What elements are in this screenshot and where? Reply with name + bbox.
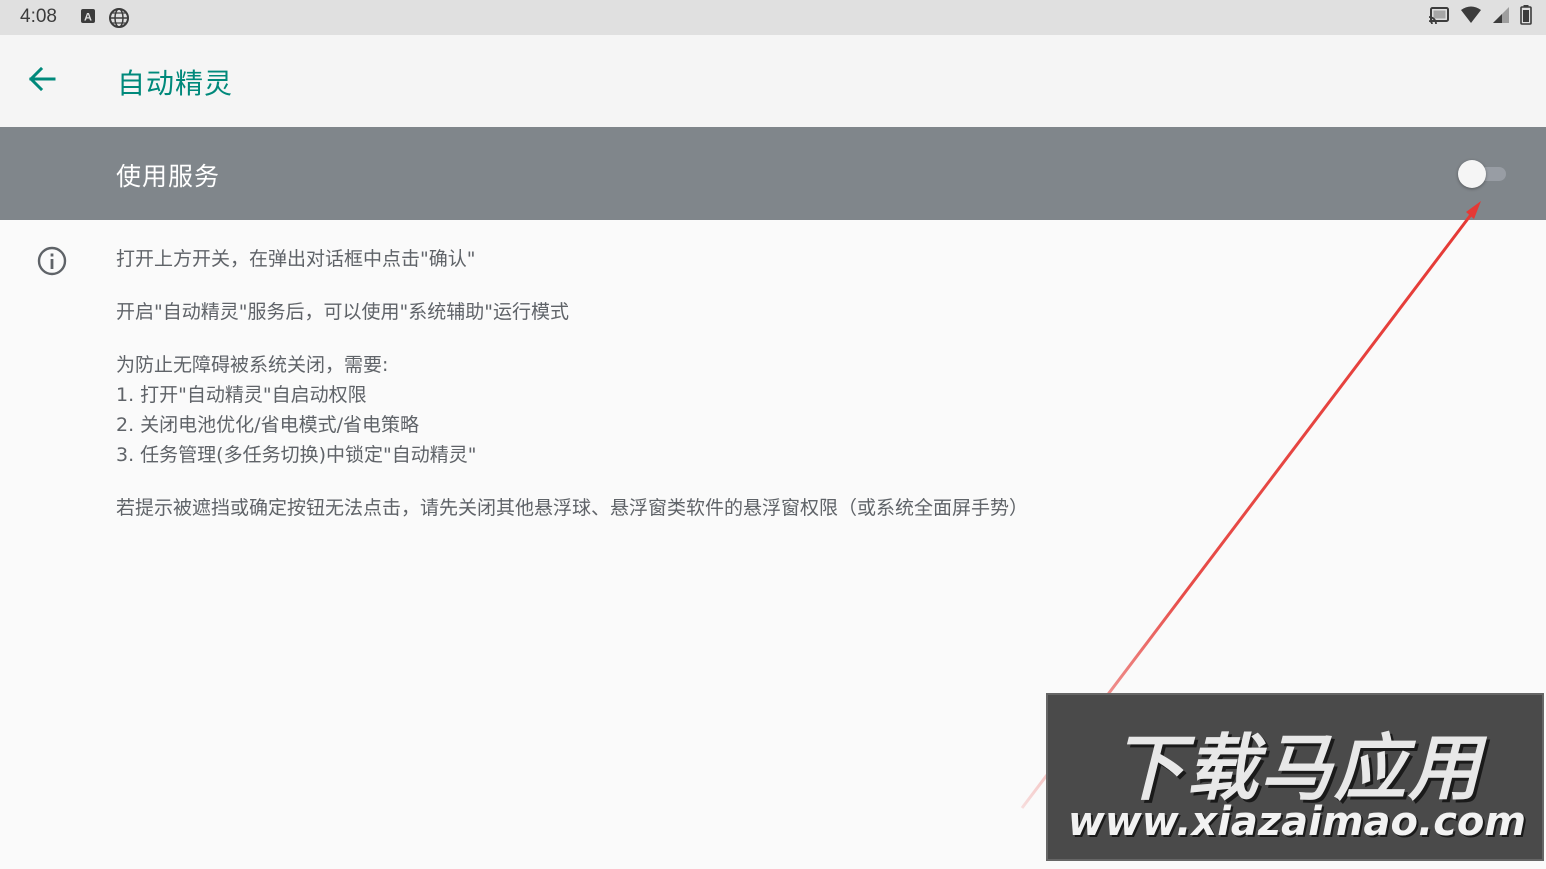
info-line-confirm: 打开上方开关，在弹出对话框中点击"确认" xyxy=(116,248,476,270)
info-line-service-mode: 开启"自动精灵"服务后，可以使用"系统辅助"运行模式 xyxy=(116,301,569,323)
svg-text:A: A xyxy=(84,12,92,24)
battery-icon xyxy=(1520,5,1532,29)
info-line-step-1: 1. 打开"自动精灵"自启动权限 xyxy=(116,384,367,406)
cast-icon xyxy=(1428,6,1450,28)
cell-signal-icon xyxy=(1492,6,1510,28)
info-line-step-3: 3. 任务管理(多任务切换)中锁定"自动精灵" xyxy=(116,444,477,466)
use-service-label: 使用服务 xyxy=(116,162,221,191)
status-right-icons xyxy=(1428,5,1532,29)
info-line-prevent-heading: 为防止无障碍被系统关闭，需要: xyxy=(116,354,389,376)
use-service-switch[interactable] xyxy=(1458,160,1508,188)
app-bar: 自动精灵 xyxy=(0,35,1546,127)
use-service-row[interactable]: 使用服务 xyxy=(0,127,1546,220)
switch-thumb xyxy=(1458,160,1486,188)
font-a-icon: A xyxy=(80,8,98,26)
globe-icon xyxy=(108,8,129,28)
arrow-back-icon xyxy=(28,66,56,95)
back-button[interactable] xyxy=(22,61,62,101)
info-line-step-2: 2. 关闭电池优化/省电模式/省电策略 xyxy=(116,414,419,436)
page-title: 自动精灵 xyxy=(117,67,234,100)
status-bar: 4:08 A xyxy=(0,0,1546,35)
info-icon xyxy=(36,245,68,277)
status-time: 4:08 xyxy=(20,6,57,27)
info-line-overlay-tip: 若提示被遮挡或确定按钮无法点击，请先关闭其他悬浮球、悬浮窗类软件的悬浮窗权限（或… xyxy=(116,497,1029,519)
wifi-icon xyxy=(1460,6,1482,28)
watermark-logo: 下载马应用 www.xiazaimao.com xyxy=(1046,693,1544,861)
watermark-url: www.xiazaimao.com xyxy=(1067,799,1527,845)
screen: 4:08 A 自动精灵 使用服务 打开上方开关，在弹出对话框中点击"确认" 开启… xyxy=(0,0,1546,869)
